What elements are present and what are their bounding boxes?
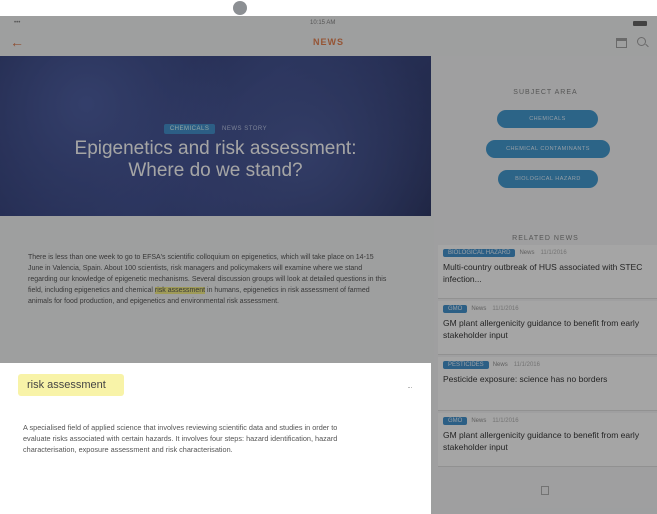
top-edge	[0, 0, 657, 16]
glossary-definition: A specialised field of applied science t…	[23, 423, 338, 454]
glossary-term: risk assessment	[18, 374, 124, 396]
camera-dot-icon	[233, 1, 247, 15]
more-dots-icon[interactable]	[408, 387, 412, 388]
glossary-popup: risk assessment A specialised field of a…	[0, 363, 431, 514]
